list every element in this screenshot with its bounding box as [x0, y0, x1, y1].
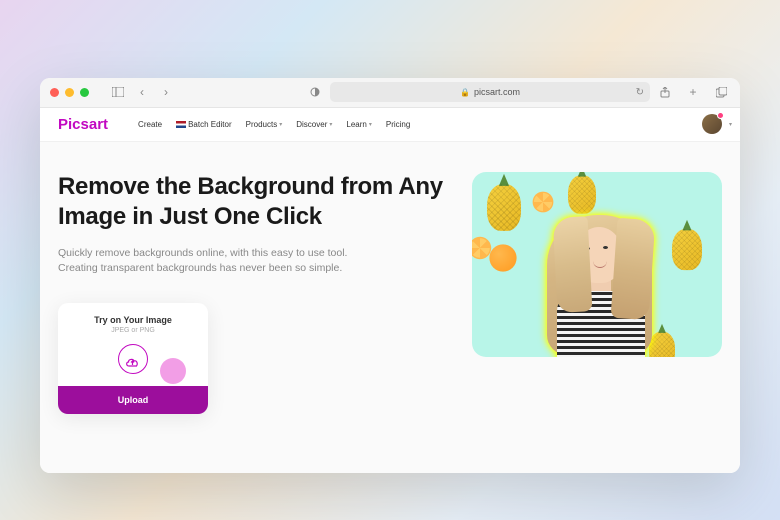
- browser-window: ‹ › 🔒 picsart.com ↻ + Picsart Create Bat…: [40, 78, 740, 473]
- minimize-window-icon[interactable]: [65, 88, 74, 97]
- chevron-down-icon: ▾: [369, 121, 372, 128]
- flag-icon: [176, 121, 186, 128]
- hero-image: [472, 172, 722, 357]
- logo[interactable]: Picsart: [58, 116, 108, 133]
- pineapple-decoration: [487, 184, 521, 231]
- chevron-down-icon: ▾: [729, 121, 732, 128]
- hero-visual: [472, 172, 722, 473]
- page-content: Remove the Background from Any Image in …: [40, 142, 740, 473]
- new-tab-icon[interactable]: +: [684, 83, 702, 101]
- orange-decoration: [472, 236, 491, 258]
- chevron-down-icon: ▾: [279, 121, 282, 128]
- shield-icon[interactable]: [306, 83, 324, 101]
- nav-create[interactable]: Create: [138, 120, 162, 129]
- maximize-window-icon[interactable]: [80, 88, 89, 97]
- hero-text: Remove the Background from Any Image in …: [58, 172, 452, 473]
- upload-title: Try on Your Image: [68, 315, 198, 325]
- upload-card: Try on Your Image JPEG or PNG Upload: [58, 303, 208, 414]
- address-bar[interactable]: 🔒 picsart.com ↻: [330, 82, 650, 102]
- pineapple-decoration: [672, 228, 702, 269]
- tabs-icon[interactable]: [712, 83, 730, 101]
- back-icon[interactable]: ‹: [133, 83, 151, 101]
- reload-icon[interactable]: ↻: [636, 87, 644, 98]
- cloud-upload-icon[interactable]: [118, 344, 148, 374]
- notification-badge: [717, 112, 724, 119]
- headline: Remove the Background from Any Image in …: [58, 172, 452, 232]
- nav-links: Create Batch Editor Products▾ Discover▾ …: [138, 120, 410, 129]
- nav-batch-editor[interactable]: Batch Editor: [176, 120, 232, 129]
- share-icon[interactable]: [656, 83, 674, 101]
- chevron-down-icon: ▾: [329, 121, 332, 128]
- close-window-icon[interactable]: [50, 88, 59, 97]
- user-menu[interactable]: ▾: [702, 114, 722, 134]
- nav-discover[interactable]: Discover▾: [296, 120, 332, 129]
- forward-icon[interactable]: ›: [157, 83, 175, 101]
- sidebar-toggle-icon[interactable]: [109, 83, 127, 101]
- upload-formats: JPEG or PNG: [68, 327, 198, 334]
- orange-decoration: [489, 244, 516, 271]
- subject-cutout: [527, 197, 672, 357]
- cursor-indicator: [160, 358, 186, 384]
- site-nav: Picsart Create Batch Editor Products▾ Di…: [40, 108, 740, 142]
- url-text: picsart.com: [474, 87, 520, 97]
- subheadline: Quickly remove backgrounds online, with …: [58, 246, 388, 278]
- nav-pricing[interactable]: Pricing: [386, 120, 410, 129]
- nav-learn[interactable]: Learn▾: [346, 120, 371, 129]
- nav-products[interactable]: Products▾: [246, 120, 283, 129]
- upload-button[interactable]: Upload: [58, 386, 208, 414]
- titlebar: ‹ › 🔒 picsart.com ↻ +: [40, 78, 740, 108]
- lock-icon: 🔒: [460, 88, 470, 97]
